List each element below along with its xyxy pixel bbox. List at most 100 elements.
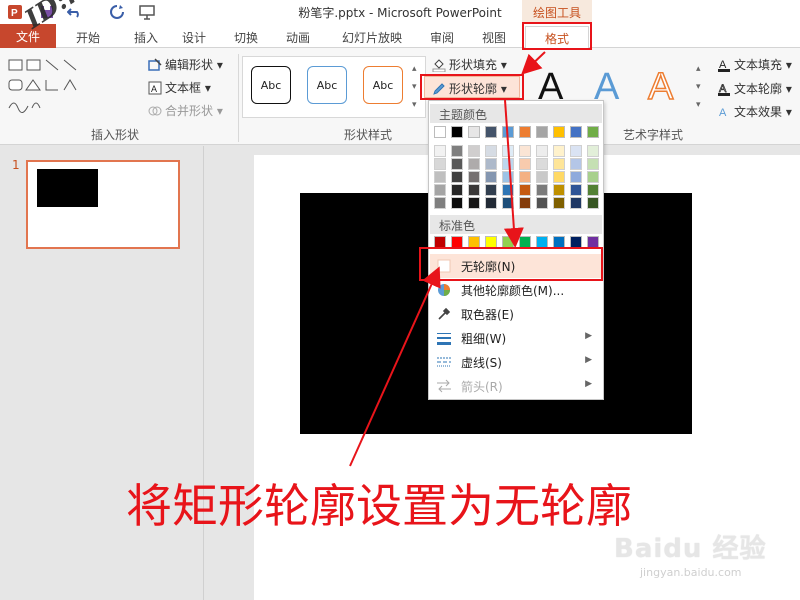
style-preview-text: Abc	[260, 78, 282, 92]
theme-color-swatch[interactable]	[434, 126, 446, 138]
theme-tint-swatch[interactable]	[536, 158, 548, 170]
theme-tint-swatch[interactable]	[434, 171, 446, 183]
menu-item-label: 粗细(W)	[461, 332, 507, 346]
theme-tint-swatch[interactable]	[502, 184, 514, 196]
wordart-gallery-arrows[interactable]: ▴ ▾ ▾	[696, 60, 701, 114]
theme-tint-swatch[interactable]	[553, 171, 565, 183]
theme-tint-swatch[interactable]	[519, 197, 531, 209]
theme-tint-swatch[interactable]	[451, 197, 463, 209]
theme-color-swatch[interactable]	[536, 126, 548, 138]
theme-color-swatch[interactable]	[553, 126, 565, 138]
shape-fill-button[interactable]: 形状填充 ▾	[432, 56, 507, 73]
theme-tint-swatch[interactable]	[536, 171, 548, 183]
edit-shape-button[interactable]: 编辑形状 ▾	[148, 56, 223, 73]
menu-item-label: 虚线(S)	[461, 356, 502, 370]
theme-tint-swatch[interactable]	[434, 197, 446, 209]
tab-home[interactable]: 开始	[66, 26, 110, 48]
tab-review[interactable]: 审阅	[420, 26, 464, 48]
shape-style-blue[interactable]: Abc	[307, 66, 347, 104]
theme-tint-swatch[interactable]	[468, 145, 480, 157]
theme-tint-swatch[interactable]	[502, 158, 514, 170]
tab-animations[interactable]: 动画	[276, 26, 320, 48]
edit-shape-icon	[148, 58, 162, 72]
theme-tint-swatch[interactable]	[553, 184, 565, 196]
theme-tint-swatch[interactable]	[570, 171, 582, 183]
menu-item-eyedropper[interactable]: 取色器(E)	[430, 302, 602, 326]
theme-tint-swatch[interactable]	[485, 171, 497, 183]
theme-tint-swatch[interactable]	[485, 197, 497, 209]
merge-shapes-button[interactable]: 合并形状 ▾	[148, 102, 223, 119]
text-fill-button[interactable]: A 文本填充 ▾	[717, 56, 792, 73]
theme-tint-swatch[interactable]	[468, 171, 480, 183]
tab-transitions[interactable]: 切换	[224, 26, 268, 48]
text-box-label: 文本框	[165, 81, 202, 95]
theme-tint-swatch[interactable]	[468, 184, 480, 196]
theme-tint-swatch[interactable]	[587, 158, 599, 170]
theme-tint-swatch[interactable]	[587, 145, 599, 157]
baidu-logo: Baidu 经验	[614, 534, 767, 564]
theme-tint-swatch[interactable]	[434, 184, 446, 196]
tab-slideshow[interactable]: 幻灯片放映	[332, 26, 412, 48]
menu-item-line-weight[interactable]: 粗细(W) ▶	[430, 326, 602, 350]
theme-tint-swatch[interactable]	[451, 158, 463, 170]
theme-tint-swatch[interactable]	[536, 184, 548, 196]
present-icon[interactable]	[138, 3, 156, 21]
theme-tint-swatch[interactable]	[502, 197, 514, 209]
text-box-button[interactable]: A 文本框 ▾	[148, 79, 211, 96]
theme-tint-swatch[interactable]	[519, 158, 531, 170]
theme-tint-swatch[interactable]	[553, 197, 565, 209]
theme-tint-swatch[interactable]	[553, 145, 565, 157]
text-effects-button[interactable]: A 文本效果 ▾	[717, 103, 792, 120]
theme-tint-swatch[interactable]	[468, 197, 480, 209]
redo-icon[interactable]	[108, 3, 126, 21]
tab-design[interactable]: 设计	[172, 26, 216, 48]
theme-tint-swatch[interactable]	[587, 197, 599, 209]
theme-tint-swatch[interactable]	[536, 145, 548, 157]
theme-tint-swatch[interactable]	[434, 158, 446, 170]
theme-tint-swatch[interactable]	[570, 197, 582, 209]
theme-tint-swatch[interactable]	[570, 145, 582, 157]
svg-text:A: A	[719, 107, 727, 119]
theme-tint-swatch[interactable]	[451, 184, 463, 196]
theme-tint-swatch[interactable]	[587, 184, 599, 196]
ribbon-divider	[238, 54, 239, 142]
theme-tint-swatch[interactable]	[570, 158, 582, 170]
menu-item-color-wheel[interactable]: 其他轮廓颜色(M)...	[430, 278, 602, 302]
shape-fill-label: 形状填充	[449, 58, 498, 72]
theme-color-swatch[interactable]	[502, 126, 514, 138]
theme-tint-swatch[interactable]	[451, 171, 463, 183]
text-outline-button[interactable]: A 文本轮廓 ▾	[717, 80, 792, 97]
theme-tint-swatch[interactable]	[570, 184, 582, 196]
gallery-scroll-arrows[interactable]: ▴ ▾ ▾	[412, 60, 417, 114]
theme-color-swatch[interactable]	[519, 126, 531, 138]
shapes-gallery[interactable]	[6, 56, 136, 116]
theme-tint-swatch[interactable]	[519, 171, 531, 183]
svg-text:P: P	[11, 8, 18, 19]
theme-tint-swatch[interactable]	[519, 184, 531, 196]
edit-shape-label: 编辑形状	[165, 58, 214, 72]
shape-style-orange[interactable]: Abc	[363, 66, 403, 104]
tab-insert[interactable]: 插入	[124, 26, 168, 48]
paint-bucket-icon	[432, 58, 446, 73]
theme-tint-swatch[interactable]	[468, 158, 480, 170]
theme-tint-swatch[interactable]	[587, 171, 599, 183]
theme-tint-swatch[interactable]	[502, 171, 514, 183]
shape-style-dark[interactable]: Abc	[251, 66, 291, 104]
theme-color-swatch[interactable]	[570, 126, 582, 138]
menu-item-dash[interactable]: 虚线(S) ▶	[430, 350, 602, 374]
theme-tint-swatch[interactable]	[451, 145, 463, 157]
theme-tint-swatch[interactable]	[536, 197, 548, 209]
theme-tint-swatch[interactable]	[485, 158, 497, 170]
theme-tint-swatch[interactable]	[485, 145, 497, 157]
wordart-style-orange-outline[interactable]: A	[647, 65, 674, 109]
theme-color-swatch[interactable]	[587, 126, 599, 138]
theme-tint-swatch[interactable]	[553, 158, 565, 170]
theme-tint-swatch[interactable]	[434, 145, 446, 157]
theme-tint-swatch[interactable]	[485, 184, 497, 196]
tab-view[interactable]: 视图	[472, 26, 516, 48]
theme-color-swatch[interactable]	[451, 126, 463, 138]
theme-tint-swatch[interactable]	[502, 145, 514, 157]
theme-color-swatch[interactable]	[468, 126, 480, 138]
theme-tint-swatch[interactable]	[519, 145, 531, 157]
theme-color-swatch[interactable]	[485, 126, 497, 138]
